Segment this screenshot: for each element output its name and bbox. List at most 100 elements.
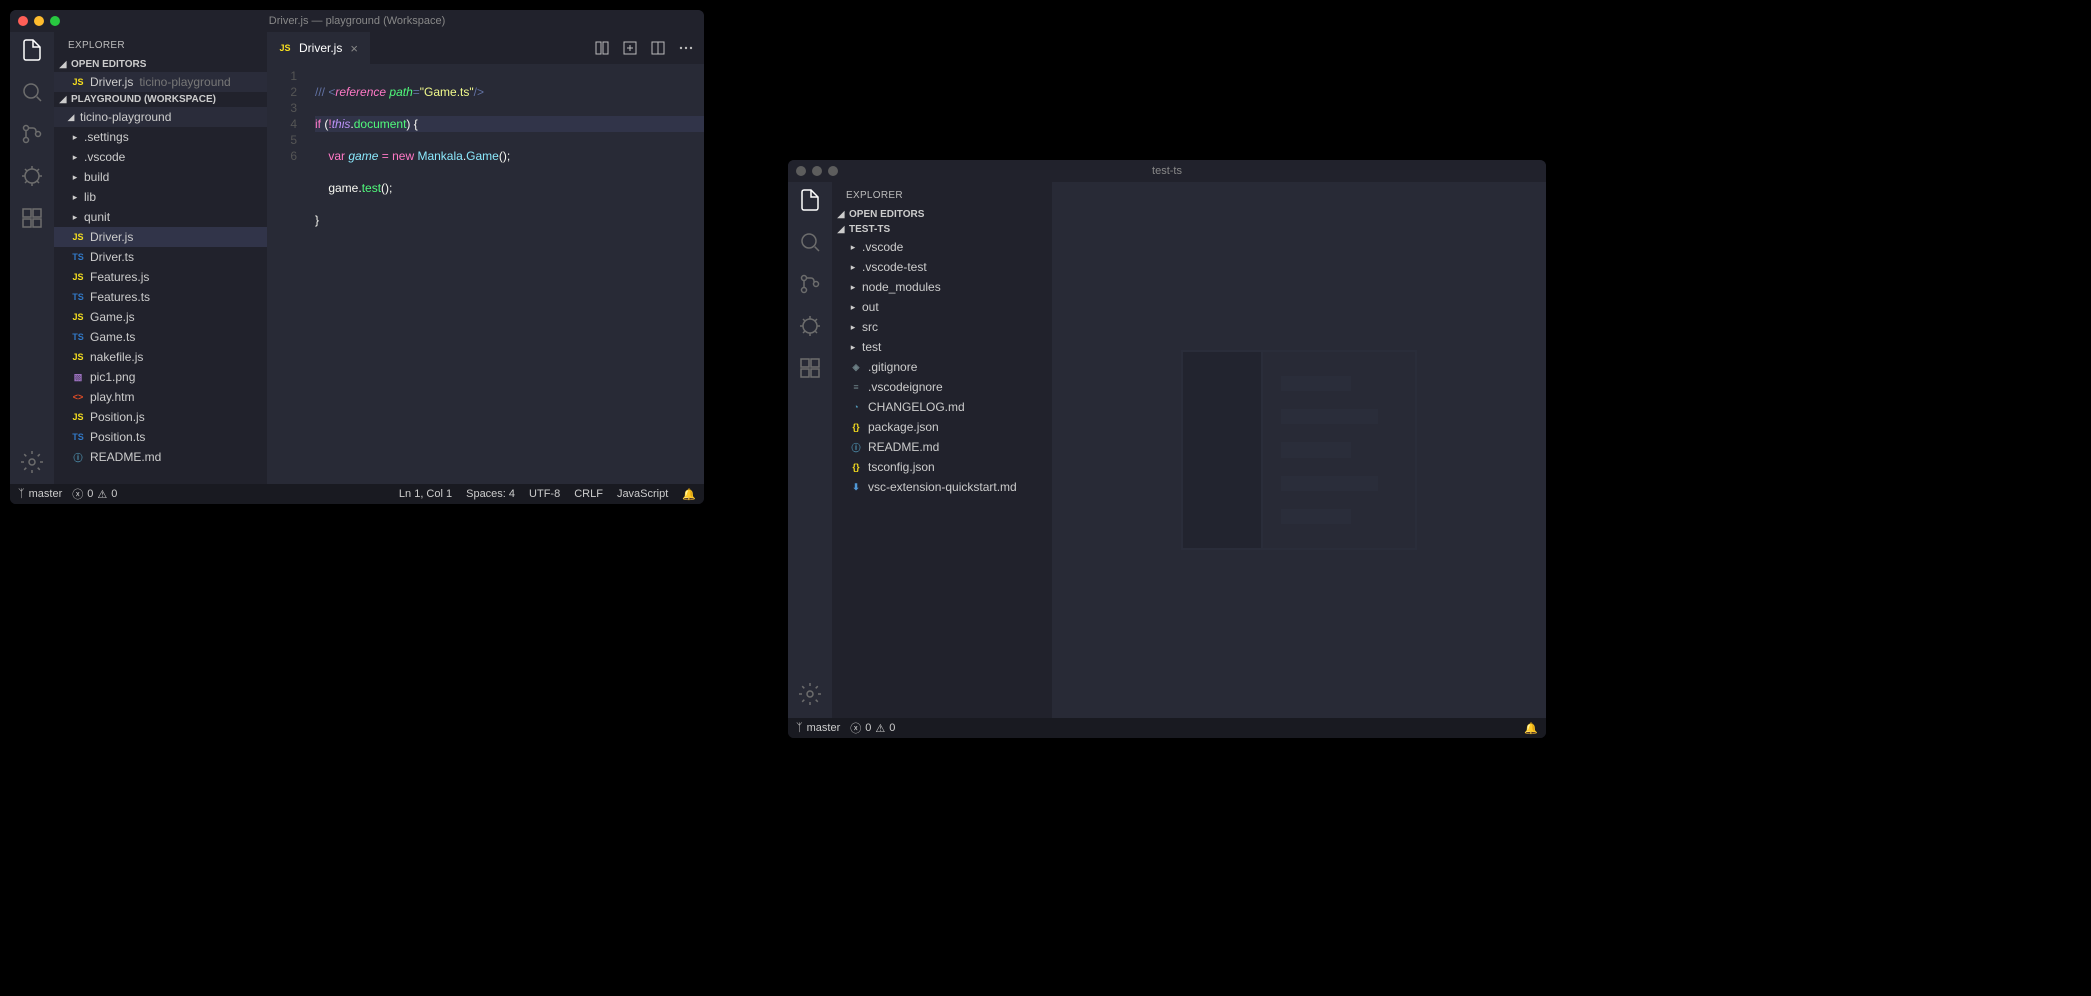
tab-driver-js[interactable]: JS Driver.js × [267, 32, 370, 64]
search-icon[interactable] [20, 80, 44, 104]
file-row[interactable]: <>play.htm [54, 387, 267, 407]
ts-file-icon: TS [70, 332, 86, 342]
warning-icon: ⚠ [97, 488, 107, 501]
debug-icon[interactable] [20, 164, 44, 188]
file-row[interactable]: ⬇vsc-extension-quickstart.md [832, 477, 1052, 497]
indent-indicator[interactable]: Spaces: 4 [466, 488, 515, 500]
js-file-icon: JS [70, 272, 86, 282]
branch-indicator[interactable]: ᛉmaster [796, 722, 840, 734]
file-row[interactable]: ⓘREADME.md [832, 437, 1052, 457]
file-row[interactable]: TSPosition.ts [54, 427, 267, 447]
folder-row[interactable]: ▸test [832, 337, 1052, 357]
debug-icon[interactable] [798, 314, 822, 338]
chevron-right-icon: ▸ [848, 242, 858, 253]
folder-row[interactable]: ◢ticino-playground [54, 107, 267, 127]
zoom-window-dot[interactable] [828, 166, 838, 176]
folder-row[interactable]: ▸out [832, 297, 1052, 317]
explorer-sidebar: EXPLORER ◢OPEN EDITORS ◢TEST-TS ▸.vscode… [832, 182, 1052, 718]
workspace-header[interactable]: ◢PLAYGROUND (WORKSPACE) [54, 92, 267, 107]
errors-indicator[interactable]: ⓧ0⚠0 [72, 486, 117, 502]
open-editors-header[interactable]: ◢OPEN EDITORS [54, 57, 267, 72]
folder-row[interactable]: ▸.settings [54, 127, 267, 147]
html-file-icon: <> [70, 392, 86, 402]
bell-icon[interactable]: 🔔 [1524, 722, 1538, 735]
extensions-icon[interactable] [20, 206, 44, 230]
more-icon[interactable] [678, 40, 694, 56]
file-row[interactable]: {}package.json [832, 417, 1052, 437]
diff-icon[interactable] [594, 40, 610, 56]
code-content[interactable]: /// <reference path="Game.ts"/> if (!thi… [307, 64, 704, 484]
git-icon[interactable] [20, 122, 44, 146]
editor-area: JS Driver.js × 123456 /// <reference pat… [267, 32, 704, 484]
cursor-position[interactable]: Ln 1, Col 1 [399, 488, 452, 500]
folder-row[interactable]: ▸.vscode [54, 147, 267, 167]
window-title: Driver.js — playground (Workspace) [269, 15, 445, 27]
eol-indicator[interactable]: CRLF [574, 488, 603, 500]
chevron-down-icon: ◢ [836, 224, 846, 235]
activity-bar [10, 32, 54, 484]
code-editor[interactable]: 123456 /// <reference path="Game.ts"/> i… [267, 64, 704, 484]
chevron-right-icon: ▸ [848, 342, 858, 353]
json-file-icon: {} [848, 462, 864, 472]
file-row[interactable]: ≡.vscodeignore [832, 377, 1052, 397]
chevron-right-icon: ▸ [848, 322, 858, 333]
js-file-icon: JS [277, 43, 293, 53]
folder-row[interactable]: ▸.vscode [832, 237, 1052, 257]
git-icon[interactable] [798, 272, 822, 296]
folder-row[interactable]: ▸.vscode-test [832, 257, 1052, 277]
folder-row[interactable]: ▸src [832, 317, 1052, 337]
file-row[interactable]: TSGame.ts [54, 327, 267, 347]
split-editor-icon[interactable] [650, 40, 666, 56]
file-row[interactable]: ◔CHANGELOG.md [832, 397, 1052, 417]
files-icon[interactable] [20, 38, 44, 62]
search-icon[interactable] [798, 230, 822, 254]
titlebar: test-ts [788, 160, 1546, 182]
file-row[interactable]: JSFeatures.js [54, 267, 267, 287]
js-file-icon: JS [70, 77, 86, 87]
file-row[interactable]: ◈.gitignore [832, 357, 1052, 377]
errors-indicator[interactable]: ⓧ0⚠0 [850, 720, 895, 736]
file-row[interactable]: ⓘREADME.md [54, 447, 267, 467]
info-file-icon: ⓘ [70, 451, 86, 464]
explorer-title: EXPLORER [832, 182, 1052, 207]
workspace-header[interactable]: ◢TEST-TS [832, 222, 1052, 237]
chevron-right-icon: ▸ [70, 172, 80, 183]
folder-row[interactable]: ▸node_modules [832, 277, 1052, 297]
bell-icon[interactable]: 🔔 [682, 488, 696, 501]
zoom-window-dot[interactable] [50, 16, 60, 26]
file-row[interactable]: JSGame.js [54, 307, 267, 327]
minimize-window-dot[interactable] [34, 16, 44, 26]
extensions-icon[interactable] [798, 356, 822, 380]
js-file-icon: JS [70, 312, 86, 322]
file-row[interactable]: TSDriver.ts [54, 247, 267, 267]
editor-watermark [1181, 350, 1417, 550]
empty-editor-area [1052, 182, 1546, 718]
folder-row[interactable]: ▸build [54, 167, 267, 187]
chevron-down-icon: ◢ [58, 94, 68, 105]
close-tab-icon[interactable]: × [348, 41, 360, 56]
split-add-icon[interactable] [622, 40, 638, 56]
file-row[interactable]: JSDriver.js [54, 227, 267, 247]
file-row[interactable]: ▧pic1.png [54, 367, 267, 387]
image-file-icon: ▧ [70, 372, 86, 383]
minimize-window-dot[interactable] [812, 166, 822, 176]
file-row[interactable]: {}tsconfig.json [832, 457, 1052, 477]
language-indicator[interactable]: JavaScript [617, 488, 668, 500]
gear-icon[interactable] [798, 682, 822, 706]
close-window-dot[interactable] [796, 166, 806, 176]
close-window-dot[interactable] [18, 16, 28, 26]
file-row[interactable]: TSFeatures.ts [54, 287, 267, 307]
open-editors-header[interactable]: ◢OPEN EDITORS [832, 207, 1052, 222]
gear-icon[interactable] [20, 450, 44, 474]
folder-row[interactable]: ▸lib [54, 187, 267, 207]
folder-row[interactable]: ▸qunit [54, 207, 267, 227]
encoding-indicator[interactable]: UTF-8 [529, 488, 560, 500]
files-icon[interactable] [798, 188, 822, 212]
ts-file-icon: TS [70, 292, 86, 302]
open-editor-item[interactable]: JS Driver.js ticino-playground [54, 72, 267, 92]
file-row[interactable]: JSPosition.js [54, 407, 267, 427]
branch-indicator[interactable]: ᛉmaster [18, 488, 62, 500]
explorer-title: EXPLORER [54, 32, 267, 57]
file-row[interactable]: JSnakefile.js [54, 347, 267, 367]
error-icon: ⓧ [72, 486, 83, 502]
